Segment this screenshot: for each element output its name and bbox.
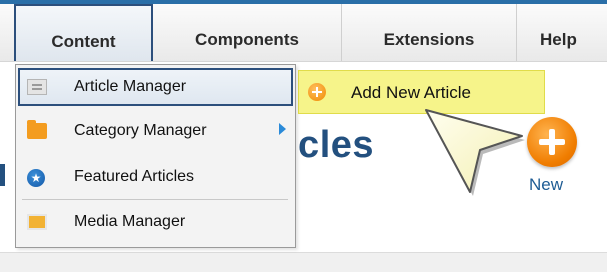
media-icon <box>27 214 47 230</box>
menu-item-article-manager[interactable]: Article Manager <box>18 68 293 106</box>
menu-item-label: Featured Articles <box>74 168 195 185</box>
page-heading-clipped-start <box>0 164 5 186</box>
pointer-arrow-annotation <box>425 109 525 196</box>
menu-item-category-manager[interactable]: Category Manager <box>18 112 293 150</box>
menu-item-featured-articles[interactable]: ★ Featured Articles <box>18 158 293 196</box>
menu-separator <box>22 199 288 200</box>
content-area-strip <box>0 252 607 272</box>
submenu-arrow-icon <box>279 123 286 135</box>
page-title: icles <box>287 124 375 166</box>
menu-content[interactable]: Content <box>14 4 153 61</box>
menu-extensions[interactable]: Extensions <box>342 4 517 61</box>
folder-icon <box>27 120 47 139</box>
menu-components[interactable]: Components <box>153 4 342 61</box>
menu-help[interactable]: Help <box>517 4 607 61</box>
star-circle-icon: ★ <box>27 169 45 187</box>
menu-item-label: Article Manager <box>74 78 187 95</box>
article-icon <box>27 79 47 95</box>
add-circle-icon <box>308 83 326 101</box>
content-dropdown-menu: Article Manager Category Manager ★ Featu… <box>15 64 296 248</box>
main-menubar: Content Components Extensions Help <box>0 4 607 62</box>
menu-item-label: Category Manager <box>74 122 207 139</box>
menu-item-label: Media Manager <box>74 213 186 230</box>
menu-item-media-manager[interactable]: Media Manager <box>18 203 293 241</box>
